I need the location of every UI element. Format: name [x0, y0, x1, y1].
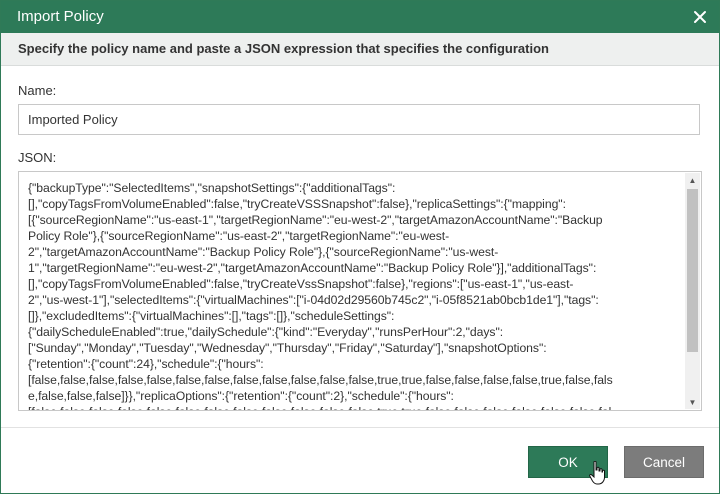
scroll-up-arrow-icon[interactable]: ▲: [685, 173, 700, 187]
json-line: {"dailyScheduleEnabled":true,"dailySched…: [28, 325, 504, 339]
json-line: [false,false,false,false,false,false,fal…: [28, 404, 678, 410]
json-scrollbar[interactable]: ▲ ▼: [685, 173, 700, 409]
json-line: Policy Role"},{"sourceRegionName":"us-ea…: [28, 229, 450, 243]
json-content: {"backupType":"SelectedItems","snapshotS…: [28, 180, 678, 410]
policy-name-input[interactable]: Imported Policy: [18, 104, 700, 135]
json-textarea[interactable]: {"backupType":"SelectedItems","snapshotS…: [18, 171, 702, 411]
json-line: e,false,false,false]}},"replicaOptions":…: [28, 389, 454, 403]
instructions-text: Specify the policy name and paste a JSON…: [18, 41, 549, 56]
scroll-down-arrow-icon[interactable]: ▼: [685, 395, 700, 409]
dialog-title: Import Policy: [17, 8, 104, 25]
import-policy-dialog: Import Policy Specify the policy name an…: [0, 0, 720, 494]
json-line: ["Sunday","Monday","Tuesday","Wednesday"…: [28, 341, 547, 355]
close-icon[interactable]: [689, 6, 711, 28]
scrollbar-thumb[interactable]: [687, 189, 698, 352]
json-line: [{"sourceRegionName":"us-east-1","target…: [28, 213, 603, 227]
json-line: []},"excludedItems":{"virtualMachines":[…: [28, 309, 395, 323]
json-line: 2","us-west-1"],"selectedItems":{"virtua…: [28, 293, 599, 307]
json-line: 1","targetRegionName":"eu-west-2","targe…: [28, 261, 597, 275]
instructions-header: Specify the policy name and paste a JSON…: [1, 33, 719, 66]
json-line: 2","targetAmazonAccountName":"Backup Pol…: [28, 245, 499, 259]
json-line: [],"copyTagsFromVolumeEnabled":false,"tr…: [28, 277, 574, 291]
mouse-pointer-icon: [589, 461, 605, 485]
json-line: [false,false,false,false,false,false,fal…: [28, 373, 613, 387]
dialog-titlebar: Import Policy: [1, 1, 719, 33]
cancel-button[interactable]: Cancel: [624, 446, 704, 478]
json-line: [],"copyTagsFromVolumeEnabled":false,"tr…: [28, 197, 566, 211]
footer-divider: [1, 427, 719, 428]
json-line: {"retention":{"count":24},"schedule":{"h…: [28, 357, 264, 371]
json-label: JSON:: [18, 150, 57, 165]
json-line: {"backupType":"SelectedItems","snapshotS…: [28, 181, 396, 195]
name-label: Name:: [18, 83, 57, 98]
